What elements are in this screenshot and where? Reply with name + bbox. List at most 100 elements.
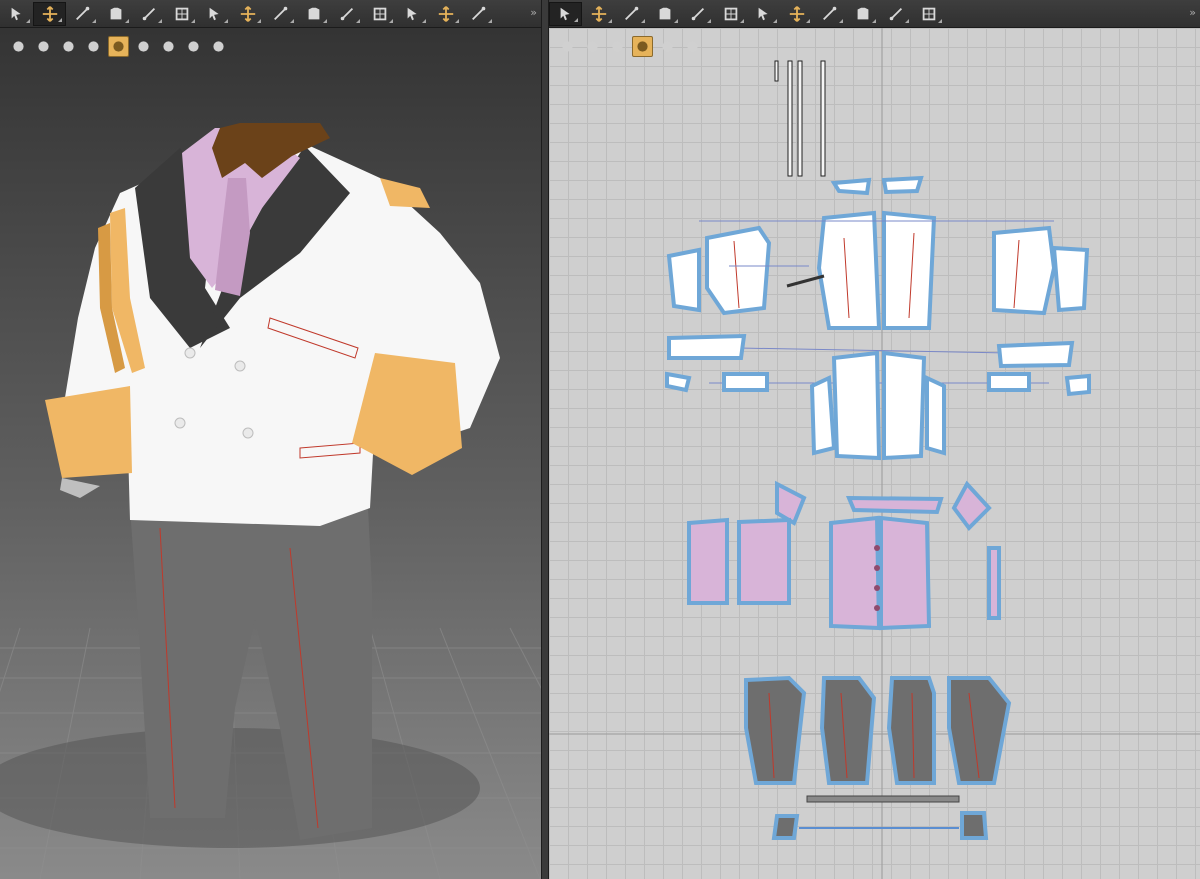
view2d-pattern-view-toggle[interactable] <box>557 36 578 57</box>
tool-2d-iron-button[interactable] <box>747 2 780 26</box>
view3d-fabric-thickness-toggle[interactable] <box>133 36 154 57</box>
viewport-3d[interactable] <box>0 28 541 879</box>
view3d-stress-map-toggle[interactable] <box>58 36 79 57</box>
grid-mesh-icon <box>724 7 737 20</box>
toolbar-2d: » <box>549 0 1200 28</box>
tool-2d-internal-line-button[interactable] <box>648 2 681 26</box>
tool-3d-sew-needle-button[interactable] <box>66 2 99 26</box>
toolbar-overflow-icon[interactable]: » <box>530 6 537 19</box>
pin-icon <box>142 7 155 20</box>
flag-icon <box>471 6 485 20</box>
view2d-export-toggle[interactable] <box>682 36 703 57</box>
display-toolbar-2d <box>557 36 703 57</box>
floor-shadow <box>0 728 480 848</box>
tool-3d-grid-mesh-button[interactable] <box>297 2 330 26</box>
garment-display-icon <box>38 41 49 52</box>
internal-line-icon <box>659 7 670 19</box>
tool-3d-button-button[interactable] <box>396 2 429 26</box>
toolbar-overflow-icon[interactable]: » <box>1189 6 1196 19</box>
tool-3d-select-arrow-button[interactable] <box>0 2 33 26</box>
display-toolbar-3d <box>8 36 229 57</box>
shirt-icon <box>922 7 935 20</box>
free-sew-icon <box>822 6 836 20</box>
info-icon <box>612 41 623 52</box>
viewport-splitter[interactable] <box>541 0 549 879</box>
jacket <box>45 123 500 526</box>
grid-mesh-icon <box>308 7 319 19</box>
tool-2d-edit-curve-button[interactable] <box>879 2 912 26</box>
avatar-body-icon <box>163 41 174 52</box>
view3d-texture-display-toggle[interactable] <box>8 36 29 57</box>
fold-icon <box>175 7 188 20</box>
fabric-thickness-icon <box>138 41 149 52</box>
jacket-patterns-1 <box>666 175 1090 330</box>
fabric-solid-icon <box>637 41 648 52</box>
tool-2d-select-pattern-button[interactable] <box>549 1 582 26</box>
export-icon <box>213 41 224 52</box>
view2d-pattern-shirt-toggle[interactable] <box>582 36 603 57</box>
view3d-garment-display-toggle[interactable] <box>33 36 54 57</box>
iron-icon <box>758 7 768 20</box>
stress-map-icon <box>63 41 74 52</box>
globe-render-icon <box>188 41 199 52</box>
hanger-icon <box>373 7 386 20</box>
transform-icon <box>591 5 606 22</box>
avatar-shirt-icon <box>110 7 121 19</box>
tool-3d-pin-button[interactable] <box>132 2 165 26</box>
tool-2d-shirt-button[interactable] <box>912 2 945 26</box>
jacket-patterns-2 <box>665 333 1091 461</box>
tool-3d-tack-button[interactable] <box>231 2 264 26</box>
tool-3d-hanger-button[interactable] <box>363 2 396 26</box>
tool-2d-grid-mesh-button[interactable] <box>714 2 747 26</box>
viewport-2d-pattern[interactable] <box>549 28 1200 879</box>
texture-display-icon <box>662 41 673 52</box>
waistband-pattern <box>806 795 960 803</box>
tool-3d-move-button[interactable] <box>33 1 66 26</box>
view3d-avatar-display-toggle[interactable] <box>83 36 104 57</box>
segment-sew-icon <box>789 5 804 22</box>
view2d-fabric-solid-toggle[interactable] <box>632 36 653 57</box>
dart-icon <box>691 7 704 20</box>
view3d-fabric-solid-toggle[interactable] <box>108 36 129 57</box>
tool-3d-flag-button[interactable] <box>462 2 495 26</box>
trouser-patterns <box>744 675 1012 840</box>
edit-curve-icon <box>889 7 902 20</box>
tool-2d-transform-button[interactable] <box>582 2 615 26</box>
tool-2d-segment-sew-button[interactable] <box>780 2 813 26</box>
fabric-solid-icon <box>113 41 124 52</box>
tool-3d-measure-button[interactable] <box>330 2 363 26</box>
tool-2d-free-sew-button[interactable] <box>813 2 846 26</box>
zipper-icon <box>438 5 453 22</box>
view3d-globe-render-toggle[interactable] <box>183 36 204 57</box>
view2d-texture-display-toggle[interactable] <box>657 36 678 57</box>
clo3d-app-window: » » <box>0 0 1200 879</box>
pleat-icon <box>857 7 868 19</box>
shirt-patterns <box>687 480 1001 631</box>
sew-needle-icon <box>75 6 89 20</box>
tool-3d-zipper-button[interactable] <box>429 2 462 26</box>
view3d-export-toggle[interactable] <box>208 36 229 57</box>
scale-icon <box>209 7 219 20</box>
move-icon <box>42 5 57 22</box>
avatar-display-icon <box>88 41 99 52</box>
tool-2d-dart-button[interactable] <box>681 2 714 26</box>
tool-3d-arrangement-button[interactable] <box>264 2 297 26</box>
arrangement-icon <box>273 6 287 20</box>
rectangle-icon <box>624 6 638 20</box>
texture-display-icon <box>13 41 24 52</box>
tool-2d-rectangle-button[interactable] <box>615 2 648 26</box>
select-pattern-icon <box>560 7 570 20</box>
tool-3d-scale-button[interactable] <box>198 2 231 26</box>
tack-icon <box>240 5 255 22</box>
view2d-info-toggle[interactable] <box>607 36 628 57</box>
pattern-shirt-icon <box>587 41 598 52</box>
toolbar-3d: » <box>0 0 541 28</box>
view3d-avatar-body-toggle[interactable] <box>158 36 179 57</box>
tool-3d-fold-button[interactable] <box>165 2 198 26</box>
tool-3d-avatar-shirt-button[interactable] <box>99 2 132 26</box>
export-icon <box>687 41 698 52</box>
garment-3d-scene <box>0 123 541 879</box>
pattern-pieces <box>549 28 1200 879</box>
tool-2d-pleat-button[interactable] <box>846 2 879 26</box>
measure-icon <box>340 7 353 20</box>
